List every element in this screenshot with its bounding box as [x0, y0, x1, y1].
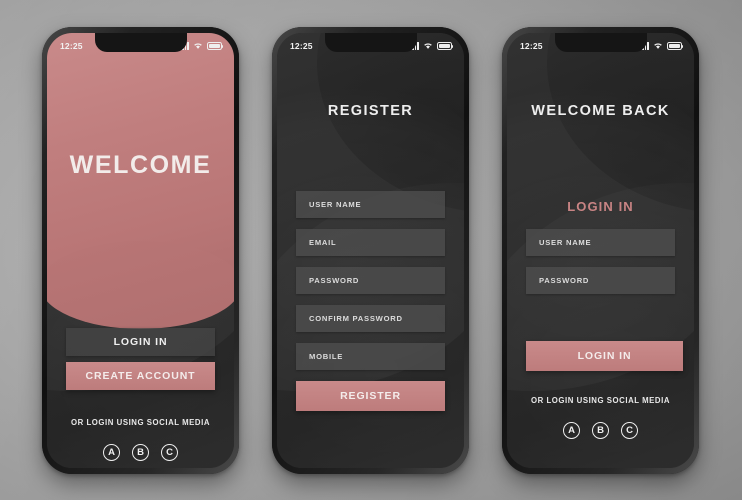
password-field[interactable]: PASSWORD [296, 267, 445, 294]
user-name-field-placeholder: USER NAME [539, 238, 592, 247]
password-field-placeholder: PASSWORD [309, 276, 360, 285]
social-icons-row: A B C [507, 422, 694, 439]
battery-full-icon [207, 42, 224, 50]
status-bar-clock: 12:25 [520, 41, 543, 51]
user-name-field[interactable]: USER NAME [526, 229, 675, 256]
status-bar-clock: 12:25 [60, 41, 83, 51]
register-button[interactable]: REGISTER [296, 381, 445, 411]
social-icon-c[interactable]: C [161, 444, 178, 461]
login-in-button[interactable]: LOGIN IN [526, 341, 683, 371]
mobile-field-placeholder: MOBILE [309, 352, 344, 361]
login-in-subtitle: LOGIN IN [567, 199, 634, 214]
social-icon-c[interactable]: C [621, 422, 638, 439]
user-name-field-placeholder: USER NAME [309, 200, 362, 209]
phone-notch [554, 33, 647, 52]
screen-welcome: WELCOME LOGIN IN CREATE ACCOUNT OR LOGIN… [47, 33, 234, 468]
social-icon-b[interactable]: B [592, 422, 609, 439]
phone-notch [94, 33, 187, 52]
social-icon-c-glyph: C [626, 425, 633, 436]
user-name-field[interactable]: USER NAME [296, 191, 445, 218]
social-login-label: OR LOGIN USING SOCIAL MEDIA [530, 396, 671, 405]
password-field-placeholder: PASSWORD [539, 276, 590, 285]
screen-register: REGISTER USER NAME EMAIL PASSWORD CONFIR… [277, 33, 464, 468]
social-login-label: OR LOGIN USING SOCIAL MEDIA [70, 418, 211, 427]
wifi-icon [653, 42, 663, 50]
battery-full-icon [437, 42, 454, 50]
social-icon-a[interactable]: A [563, 422, 580, 439]
login-in-button-label: LOGIN IN [113, 336, 168, 348]
wifi-icon [423, 42, 433, 50]
email-field[interactable]: EMAIL [296, 229, 445, 256]
register-button-label: REGISTER [340, 390, 401, 402]
status-bar-clock: 12:25 [290, 41, 313, 51]
wifi-icon [193, 42, 203, 50]
welcome-back-page-title: WELCOME BACK [531, 103, 670, 119]
social-icon-c-glyph: C [166, 447, 173, 458]
screen-welcome-back: WELCOME BACK LOGIN IN USER NAME PASSWORD… [507, 33, 694, 468]
email-field-placeholder: EMAIL [309, 238, 337, 247]
mobile-field[interactable]: MOBILE [296, 343, 445, 370]
confirm-password-field[interactable]: CONFIRM PASSWORD [296, 305, 445, 332]
welcome-title: WELCOME [69, 151, 212, 179]
social-icon-b-glyph: B [597, 425, 604, 436]
battery-full-icon [667, 42, 684, 50]
hero-curve-shape [47, 241, 234, 329]
confirm-password-field-placeholder: CONFIRM PASSWORD [309, 314, 403, 323]
password-field[interactable]: PASSWORD [526, 267, 675, 294]
create-account-button-label: CREATE ACCOUNT [85, 370, 196, 382]
social-icon-b[interactable]: B [132, 444, 149, 461]
login-in-button[interactable]: LOGIN IN [66, 328, 215, 356]
social-icon-b-glyph: B [137, 447, 144, 458]
social-icon-a[interactable]: A [103, 444, 120, 461]
social-icon-a-glyph: A [108, 447, 115, 458]
phone-register: REGISTER USER NAME EMAIL PASSWORD CONFIR… [272, 27, 469, 474]
social-icons-row: A B C [47, 444, 234, 461]
create-account-button[interactable]: CREATE ACCOUNT [66, 362, 215, 390]
phone-notch [324, 33, 417, 52]
social-icon-a-glyph: A [568, 425, 575, 436]
phone-mockup-stage: WELCOME LOGIN IN CREATE ACCOUNT OR LOGIN… [0, 0, 742, 500]
phone-welcome: WELCOME LOGIN IN CREATE ACCOUNT OR LOGIN… [42, 27, 239, 474]
register-page-title: REGISTER [327, 103, 414, 119]
login-in-button-label: LOGIN IN [577, 350, 632, 362]
phone-welcome-back: WELCOME BACK LOGIN IN USER NAME PASSWORD… [502, 27, 699, 474]
